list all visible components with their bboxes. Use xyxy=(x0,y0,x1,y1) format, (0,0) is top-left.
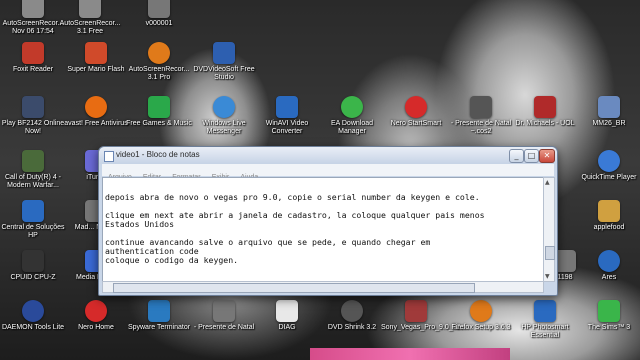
daemon-tools-icon xyxy=(22,300,44,322)
firefox-icon xyxy=(470,300,492,322)
scroll-down-arrow-icon[interactable]: ▼ xyxy=(545,273,550,280)
desktop-icon-cpuz[interactable]: CPUID CPU-Z xyxy=(0,250,68,282)
notepad-icon xyxy=(104,151,114,162)
menu-bar: Arquivo Editar Formatar Exibir Ajuda xyxy=(102,164,554,181)
desktop-icon-free-games[interactable]: Free Games & Music xyxy=(124,96,194,128)
dvd-icon xyxy=(341,300,363,322)
partial-window-strip xyxy=(310,348,510,360)
quicktime-icon xyxy=(598,150,620,172)
desktop-icon-quicktime-player[interactable]: QuickTime Player xyxy=(574,150,640,182)
desktop-icon-daemon-tools[interactable]: DAEMON Tools Lite xyxy=(0,300,68,332)
text-editor[interactable]: depois abra de novo o vegas pro 9.0, cop… xyxy=(102,177,544,282)
desktop-icon-dvdvideosoft[interactable]: DVDVideoSoft Free Studio xyxy=(189,42,259,82)
desktop-icon-winavi[interactable]: WinAVI Video Converter xyxy=(252,96,322,136)
desktop-icon-spyware-terminator[interactable]: Spyware Terminator xyxy=(124,300,194,332)
cpuz-icon xyxy=(22,250,44,272)
desktop-icon-v000001[interactable]: v000001 xyxy=(124,0,194,28)
horizontal-scroll-thumb[interactable] xyxy=(113,283,475,293)
nero-icon xyxy=(85,300,107,322)
document-icon xyxy=(470,96,492,118)
text-line: coloque o codigo da keygen. xyxy=(105,255,239,265)
archive-icon xyxy=(405,300,427,322)
recording-reel-icon xyxy=(148,42,170,64)
antivirus-icon xyxy=(85,96,107,118)
pdf-reader-icon xyxy=(22,42,44,64)
desktop-icon-bf2142[interactable]: Play BF2142 Online Now! xyxy=(0,96,68,136)
text-line: Estados Unidos xyxy=(105,219,175,229)
vertical-scrollbar[interactable]: ▲ ▼ xyxy=(543,177,555,282)
desktop-icon-dvd-shrink[interactable]: DVD Shrink 3.2 xyxy=(317,300,387,332)
document-icon xyxy=(276,300,298,322)
desktop-icon-the-sims-3[interactable]: The Sims™ 3 xyxy=(574,300,640,332)
vertical-scroll-thumb[interactable] xyxy=(545,246,555,260)
folder-icon xyxy=(598,200,620,222)
desktop-icon-windows-live-messenger[interactable]: Windows Live Messenger xyxy=(189,96,259,136)
ares-icon xyxy=(598,250,620,272)
ea-icon xyxy=(341,96,363,118)
video-file-icon xyxy=(213,300,235,322)
video-converter-icon xyxy=(276,96,298,118)
notepad-window: video1 - Bloco de notas _ □ ✕ Arquivo Ed… xyxy=(98,146,558,296)
desktop-icon-central-solucoes-hp[interactable]: Central de Soluções HP xyxy=(0,200,68,240)
desktop-icon-dr-michaels[interactable]: Dr. Michaels - UOL xyxy=(510,96,580,128)
game-icon xyxy=(22,96,44,118)
shortcut-icon xyxy=(534,96,556,118)
scroll-up-arrow-icon[interactable]: ▲ xyxy=(545,179,550,186)
desktop-icon-diag[interactable]: DIAG xyxy=(252,300,322,332)
gift-icon xyxy=(148,96,170,118)
desktop-icon-autoscreenrecorder-pro[interactable]: AutoScreenRecor... 3.1 Pro xyxy=(124,42,194,82)
window-title: video1 - Bloco de notas xyxy=(116,150,200,159)
desktop-icon-nero-startsmart[interactable]: Nero StartSmart xyxy=(381,96,451,128)
title-bar[interactable]: video1 - Bloco de notas _ □ ✕ xyxy=(99,147,557,164)
game-icon xyxy=(85,42,107,64)
minimize-button[interactable]: _ xyxy=(509,149,524,163)
desktop-icon-ea-download-manager[interactable]: EA Download Manager xyxy=(317,96,387,136)
desktop-icon-autoscreenrecorder-free[interactable]: AutoScreenRecor... 3.1 Free xyxy=(55,0,125,36)
recording-reel-icon xyxy=(79,0,101,18)
dvdvideosoft-icon xyxy=(213,42,235,64)
desktop-icon-call-of-duty-4[interactable]: Call of Duty(R) 4 - Modern Warfar... xyxy=(0,150,68,190)
desktop-icon-hp-photosmart[interactable]: HP Photosmart Essential xyxy=(510,300,580,340)
hp-icon xyxy=(22,200,44,222)
desktop-icon-firefox-setup[interactable]: Firefox Setup 3.6.3 xyxy=(446,300,516,332)
app-icon xyxy=(598,96,620,118)
desktop-icon-applefood[interactable]: applefood xyxy=(574,200,640,232)
desktop-icon-foxit-reader[interactable]: Foxit Reader xyxy=(0,42,68,74)
nero-icon xyxy=(405,96,427,118)
desktop-icon-nero-home[interactable]: Nero Home xyxy=(61,300,131,332)
text-line: depois abra de novo o vegas pro 9.0, cop… xyxy=(105,192,480,202)
maximize-button[interactable]: □ xyxy=(524,149,539,163)
desktop-icon-mm26-br[interactable]: MM26_BR xyxy=(574,96,640,128)
sims-icon xyxy=(598,300,620,322)
video-file-icon xyxy=(148,0,170,18)
spyware-icon xyxy=(148,300,170,322)
recording-reel-icon xyxy=(22,0,44,18)
desktop-icon-avast[interactable]: avast! Free Antivirus xyxy=(61,96,131,128)
messenger-icon xyxy=(213,96,235,118)
hp-icon xyxy=(534,300,556,322)
desktop-icon-presente-de-natal[interactable]: - Presente de Natal xyxy=(189,300,259,332)
desktop-icon-ares[interactable]: Ares xyxy=(574,250,640,282)
desktop-icon-presente-de-natal-cos2[interactable]: - Presente de Natal ~.cos2 xyxy=(446,96,516,136)
desktop-icon-super-mario-flash[interactable]: Super Mario Flash xyxy=(61,42,131,74)
desktop-icon-sony-vegas-archive[interactable]: Sony_Vegas_Pro_9.0_32... xyxy=(381,300,466,332)
close-button[interactable]: ✕ xyxy=(539,149,555,163)
horizontal-scrollbar[interactable] xyxy=(102,281,544,293)
game-icon xyxy=(22,150,44,172)
